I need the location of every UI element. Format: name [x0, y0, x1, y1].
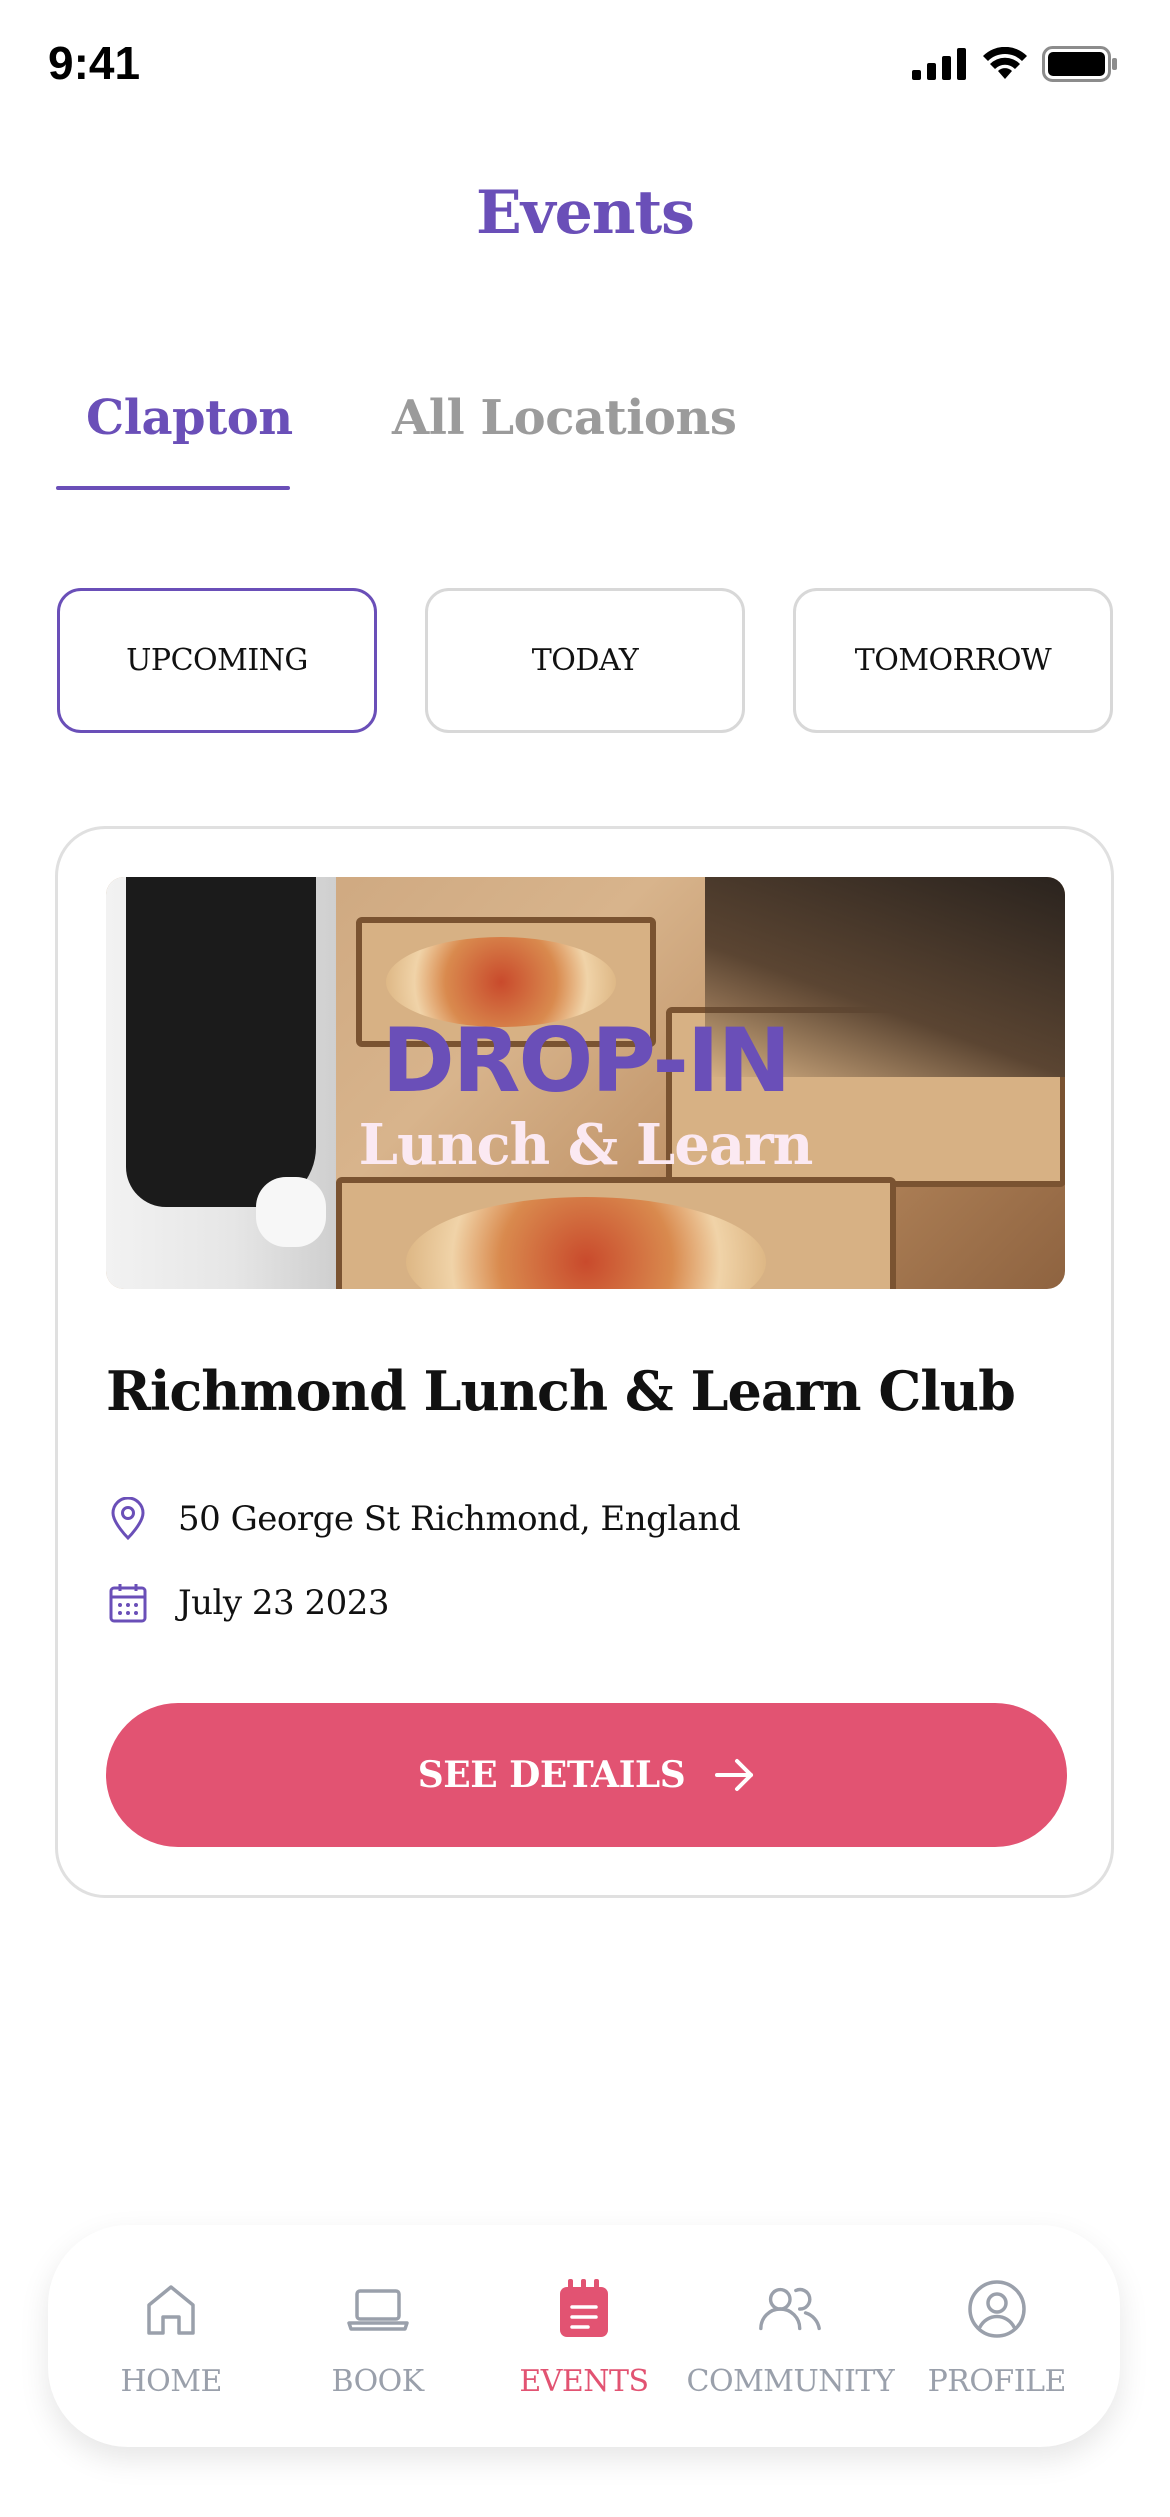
event-location-row: 50 George St Richmond, England [106, 1497, 741, 1541]
banner-headline: DROP-IN [381, 1009, 791, 1112]
active-tab-indicator [56, 486, 290, 490]
event-date-row: July 23 2023 [106, 1581, 390, 1625]
event-location: 50 George St Richmond, England [178, 1499, 741, 1539]
nav-community-label: COMMUNITY [686, 2363, 895, 2399]
event-date: July 23 2023 [178, 1583, 390, 1623]
nav-events[interactable]: EVENTS [484, 2274, 684, 2399]
arrow-right-icon [715, 1759, 754, 1791]
event-card[interactable]: DROP-IN Lunch & Learn Richmond Lunch & L… [55, 826, 1114, 1898]
filter-tomorrow-button[interactable]: TOMORROW [793, 588, 1113, 733]
event-banner-image: DROP-IN Lunch & Learn [106, 877, 1065, 1289]
nav-profile-label: PROFILE [927, 2363, 1067, 2399]
location-pin-icon [106, 1497, 150, 1541]
wifi-icon [983, 47, 1027, 79]
nav-home-label: HOME [120, 2363, 223, 2399]
events-icon [549, 2274, 619, 2344]
home-icon [136, 2274, 206, 2344]
tab-all-locations[interactable]: All Locations [392, 390, 737, 446]
community-icon [755, 2274, 825, 2344]
bottom-nav: HOME BOOK EVENTS COMMUNITY PROFILE [48, 2225, 1120, 2447]
filter-upcoming-button[interactable]: UPCOMING [57, 588, 377, 733]
tab-clapton[interactable]: Clapton [86, 390, 293, 446]
filter-today-button[interactable]: TODAY [425, 588, 745, 733]
nav-profile[interactable]: PROFILE [897, 2274, 1097, 2399]
nav-events-label: EVENTS [519, 2363, 649, 2399]
profile-icon [962, 2274, 1032, 2344]
nav-book-label: BOOK [331, 2363, 424, 2399]
see-details-label: SEE DETAILS [417, 1754, 686, 1796]
calendar-icon [106, 1581, 150, 1625]
nav-community[interactable]: COMMUNITY [687, 2274, 895, 2399]
nav-home[interactable]: HOME [71, 2274, 271, 2399]
see-details-button[interactable]: SEE DETAILS [106, 1703, 1067, 1847]
nav-book[interactable]: BOOK [278, 2274, 478, 2399]
banner-shoe [256, 1177, 326, 1247]
page-title: Events [476, 178, 695, 248]
signal-icon [912, 48, 966, 80]
status-icons [912, 46, 1118, 82]
events-screen: 9:41 Events Clapton All Locations UPCOMI… [0, 0, 1170, 2517]
laptop-icon [343, 2274, 413, 2344]
battery-icon [1042, 46, 1117, 82]
status-time: 9:41 [48, 37, 141, 89]
event-title: Richmond Lunch & Learn Club [106, 1359, 1016, 1423]
banner-subtitle: Lunch & Learn [358, 1112, 814, 1178]
